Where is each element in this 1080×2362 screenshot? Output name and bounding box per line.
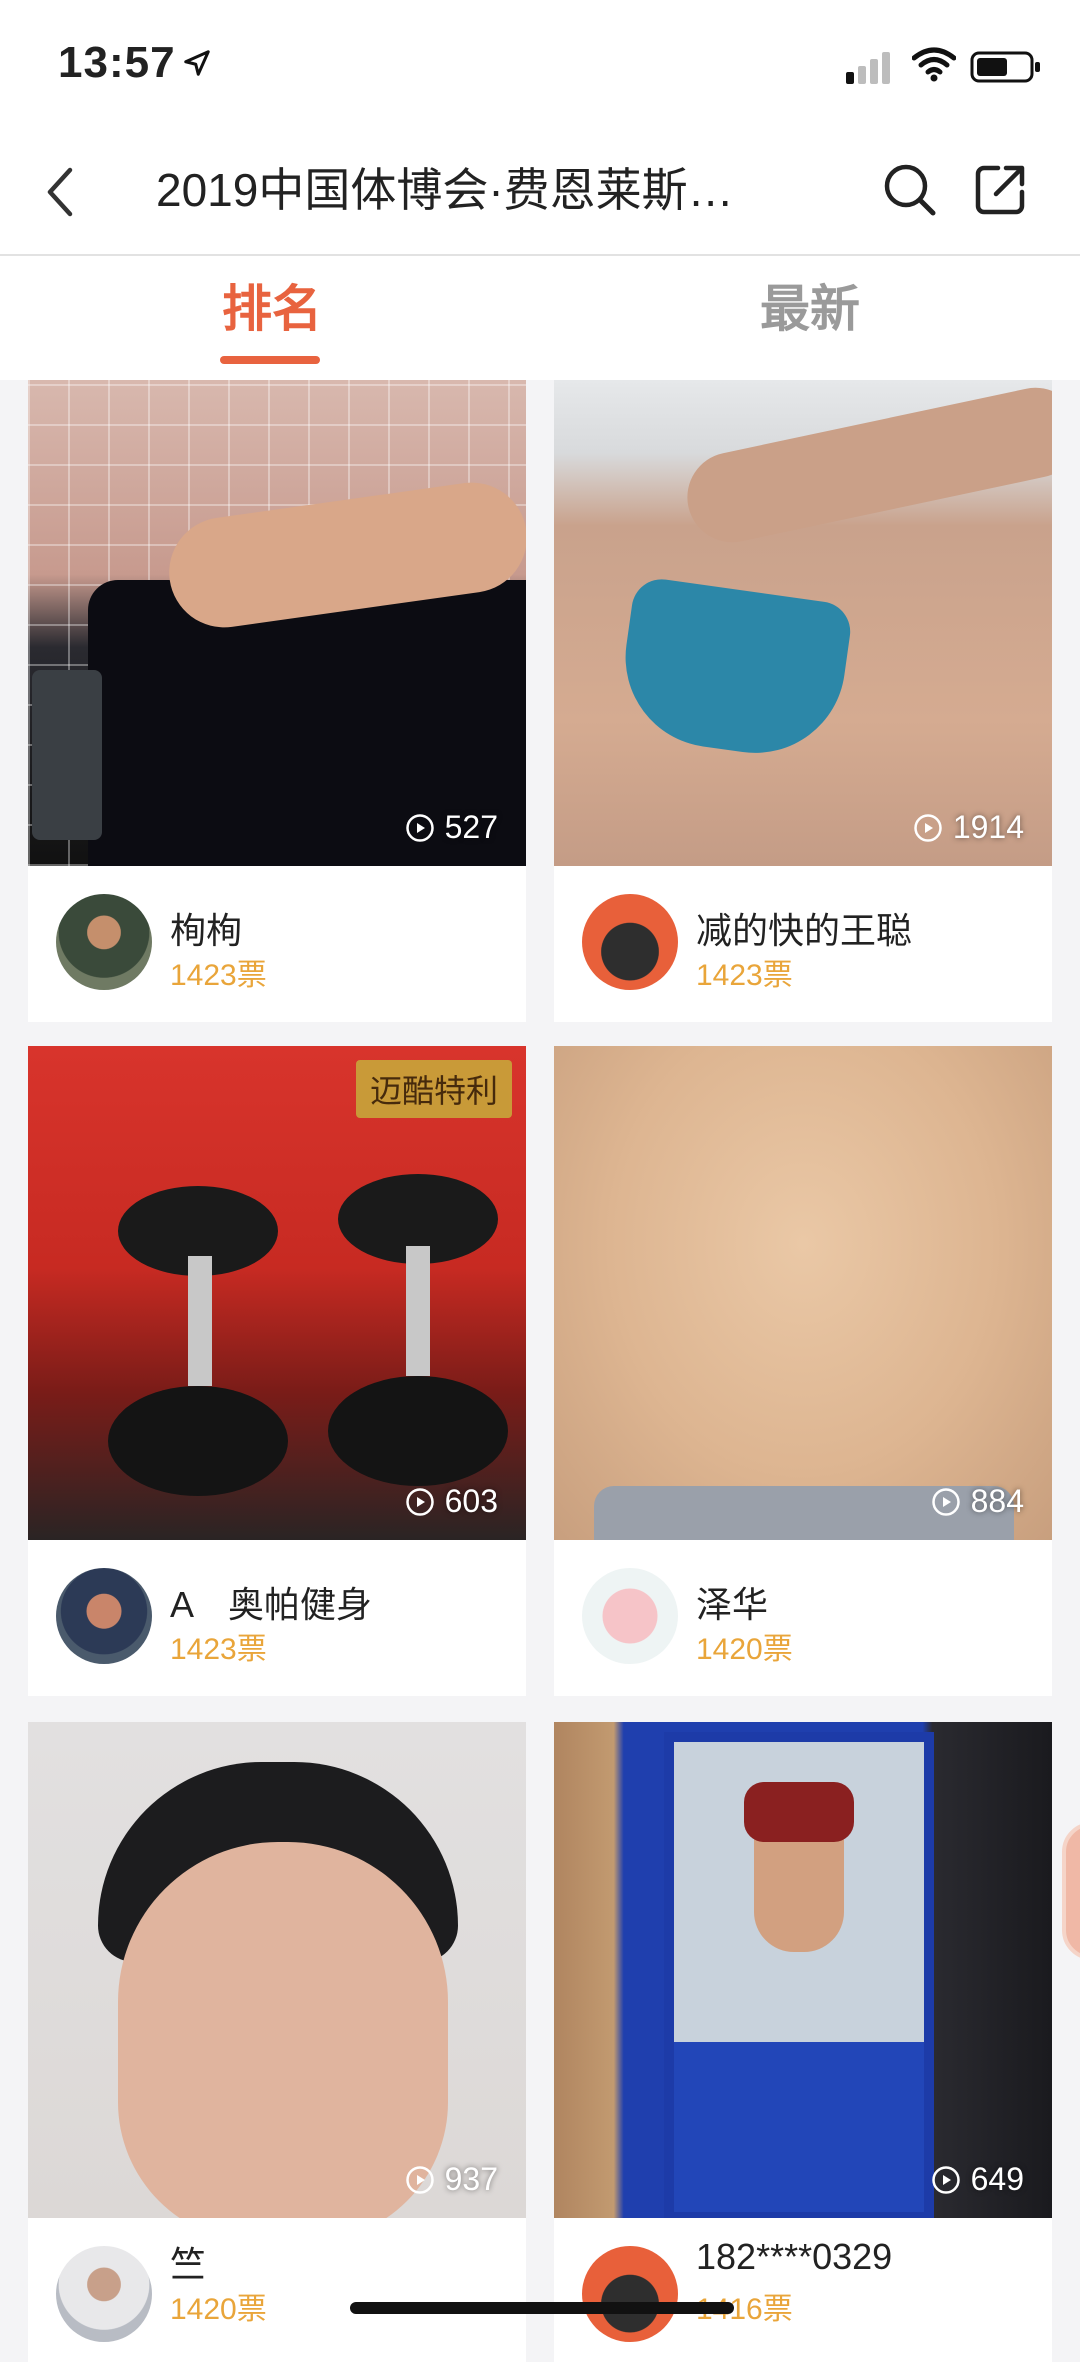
entry-card[interactable]: 649 182****0329 1416票 [554, 1722, 1052, 2362]
tab-ranking[interactable]: 排名 [122, 276, 422, 342]
play-count: 937 [405, 2161, 498, 2198]
avatar[interactable] [56, 1568, 152, 1664]
tab-latest[interactable]: 最新 [660, 276, 960, 342]
play-icon [405, 1487, 434, 1516]
vote-count: 1423票 [170, 1633, 267, 1666]
play-icon [405, 813, 434, 842]
vote-count: 1420票 [696, 1633, 793, 1666]
video-thumbnail[interactable]: 1914 [554, 380, 1052, 866]
sponsor-badge: 迈酷特利 [355, 1060, 512, 1118]
play-icon [931, 1487, 960, 1516]
video-thumbnail[interactable]: 649 [554, 1722, 1052, 2218]
status-bar: 13:57 [0, 0, 1080, 130]
location-arrow-icon [184, 50, 210, 76]
play-count: 603 [405, 1483, 498, 1520]
video-thumbnail[interactable]: 884 [554, 1046, 1052, 1540]
avatar[interactable] [56, 2246, 152, 2342]
play-count-value: 603 [444, 1483, 498, 1519]
avatar[interactable] [56, 894, 152, 990]
play-count-value: 527 [444, 809, 498, 845]
cellular-signal-icon [846, 50, 896, 84]
play-count-value: 1914 [952, 809, 1024, 845]
play-icon [931, 2165, 960, 2194]
wifi-icon [912, 47, 956, 82]
entry-info: 182****0329 1416票 [554, 2218, 1052, 2362]
video-thumbnail[interactable]: 937 [28, 1722, 526, 2218]
user-name: 182****0329 [696, 2236, 893, 2277]
entry-card[interactable]: 1914 减的快的王聪 1423票 [554, 380, 1052, 1022]
home-indicator [350, 2302, 734, 2314]
vote-count: 1423票 [170, 959, 267, 992]
play-count: 884 [931, 1483, 1024, 1520]
status-time: 13:57 [58, 38, 176, 87]
entry-info: 泽华 1420票 [554, 1540, 1052, 1696]
floating-action-button[interactable] [1062, 1822, 1080, 1960]
user-name: A 奥帕健身 [170, 1584, 373, 1625]
play-count: 527 [405, 809, 498, 846]
play-count-value: 649 [970, 2161, 1024, 2197]
entry-card[interactable]: 884 泽华 1420票 [554, 1046, 1052, 1696]
avatar[interactable] [582, 894, 678, 990]
avatar[interactable] [582, 2246, 678, 2342]
play-icon [914, 813, 942, 842]
play-count: 649 [931, 2161, 1024, 2198]
entry-info: 竺 1420票 [28, 2218, 526, 2362]
play-count: 1914 [913, 809, 1024, 846]
video-thumbnail[interactable]: 527 [28, 380, 526, 866]
user-name: 栒栒 [170, 910, 243, 951]
back-chevron-icon[interactable] [40, 164, 80, 220]
share-icon[interactable] [972, 160, 1030, 218]
entry-card[interactable]: 937 竺 1420票 [28, 1722, 526, 2362]
battery-icon [970, 51, 1040, 83]
vote-count: 1423票 [696, 959, 793, 992]
entry-info: 减的快的王聪 1423票 [554, 866, 1052, 1022]
play-count-value: 884 [970, 1483, 1024, 1519]
nav-bar: 2019中国体博会·费恩莱斯… [0, 130, 1080, 256]
vote-count: 1420票 [170, 2293, 267, 2326]
play-icon [405, 2165, 434, 2194]
tab-active-indicator [220, 356, 320, 364]
user-name: 竺 [170, 2244, 207, 2285]
avatar[interactable] [582, 1568, 678, 1664]
video-thumbnail[interactable]: 迈酷特利 603 [28, 1046, 526, 1540]
user-name: 泽华 [696, 1584, 769, 1625]
entry-info: 栒栒 1423票 [28, 866, 526, 1022]
entry-card[interactable]: 527 栒栒 1423票 [28, 380, 526, 1022]
user-name: 减的快的王聪 [696, 910, 913, 951]
search-icon[interactable] [880, 160, 938, 218]
play-count-value: 937 [444, 2161, 498, 2197]
page-title: 2019中国体博会·费恩莱斯… [156, 164, 734, 216]
tab-bar: 排名 最新 [0, 256, 1080, 380]
entry-card[interactable]: 迈酷特利 603 A 奥帕健身 1423票 [28, 1046, 526, 1696]
entry-info: A 奥帕健身 1423票 [28, 1540, 526, 1696]
